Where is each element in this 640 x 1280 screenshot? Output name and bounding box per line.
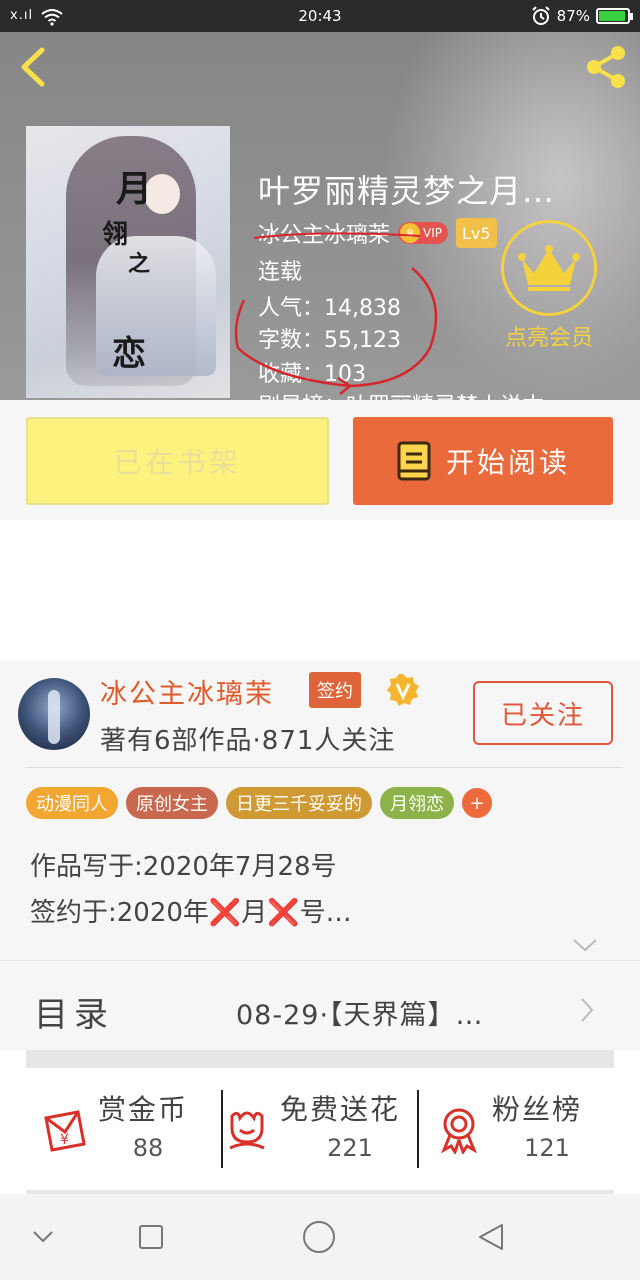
tag-chip[interactable]: 动漫同人 — [26, 787, 118, 819]
chevron-down-icon[interactable] — [32, 1230, 54, 1244]
member-button[interactable]: 点亮会员 — [490, 220, 608, 352]
start-reading-button[interactable]: 开始阅读 — [353, 417, 613, 505]
stats-row: ¥ 赏金币 88 免费送花 221 粉丝榜 121 — [0, 1068, 640, 1190]
chevron-down-icon[interactable] — [572, 938, 598, 952]
system-navbar — [0, 1194, 640, 1280]
book-header: 月 翎 之 恋 叶罗丽精灵梦之月… 冰公主冰璃茉 ♛ VIP Lv5 连载 人气… — [0, 32, 640, 400]
reward-coins[interactable]: ¥ 赏金币 88 — [40, 1086, 220, 1170]
verified-v-icon — [387, 674, 419, 706]
cover-char: 恋 — [112, 334, 146, 374]
latest-chapter: 08-29·【天界篇】… — [236, 1000, 484, 1031]
signed-date: 签约于:2020年❌月❌号… — [30, 898, 352, 928]
divider — [26, 767, 622, 768]
flower-icon — [229, 1111, 265, 1150]
tag-chip[interactable]: 日更三千妥妥的 — [226, 787, 372, 819]
free-flowers-value: 221 — [327, 1134, 373, 1162]
back-arrow-icon[interactable] — [14, 44, 54, 90]
author-works-info: 著有6部作品·871人关注 — [100, 726, 396, 756]
catalog-row[interactable]: 目录 08-29·【天界篇】… — [0, 960, 640, 1050]
followed-button[interactable]: 已关注 — [473, 681, 613, 745]
reward-coins-label: 赏金币 — [98, 1093, 189, 1126]
book-title: 叶罗丽精灵梦之月… — [258, 172, 556, 210]
action-bar: 已在书架 开始阅读 — [0, 400, 640, 520]
on-shelf-button[interactable]: 已在书架 — [26, 417, 329, 505]
free-flowers[interactable]: 免费送花 221 — [222, 1086, 418, 1170]
free-flowers-label: 免费送花 — [280, 1093, 401, 1126]
fan-ranking[interactable]: 粉丝榜 121 — [434, 1086, 614, 1170]
written-date: 作品写于:2020年7月28号 — [30, 852, 337, 882]
stat-separator — [221, 1090, 223, 1168]
start-reading-label: 开始阅读 — [445, 446, 570, 479]
back-icon[interactable] — [476, 1222, 506, 1252]
tag-chip[interactable]: 原创女主 — [126, 787, 218, 819]
reward-coins-value: 88 — [132, 1134, 164, 1162]
fan-ranking-label: 粉丝榜 — [492, 1093, 583, 1126]
status-bar: x.ıl 20:43 87% — [0, 0, 640, 32]
chevron-right-icon — [581, 998, 594, 1022]
svg-text:¥: ¥ — [60, 1132, 69, 1148]
red-annotation-scribble — [234, 232, 438, 395]
battery-percent: 87% — [556, 7, 590, 25]
cover-char: 月 — [116, 168, 153, 210]
book-cover[interactable]: 月 翎 之 恋 — [26, 126, 230, 398]
battery-icon — [596, 8, 633, 24]
home-icon[interactable] — [302, 1220, 336, 1254]
fan-ranking-value: 121 — [524, 1134, 570, 1162]
author-card: 冰公主冰璃茉 签约 著有6部作品·871人关注 已关注 动漫同人 原创女主 日更… — [0, 660, 640, 960]
author-card-name[interactable]: 冰公主冰璃茉 — [100, 672, 274, 711]
add-tag-button[interactable]: + — [462, 788, 492, 818]
tag-list: 动漫同人 原创女主 日更三千妥妥的 月翎恋 + — [26, 787, 492, 819]
section-divider — [26, 1050, 614, 1068]
medal-icon — [441, 1108, 477, 1154]
share-icon[interactable] — [582, 44, 630, 90]
alarm-icon — [531, 6, 550, 25]
cover-char: 翎 — [102, 220, 129, 250]
crown-icon — [501, 220, 597, 316]
book-icon — [397, 441, 431, 481]
cover-char: 之 — [128, 251, 151, 277]
signed-badge: 签约 — [309, 672, 361, 708]
catalog-title: 目录 — [34, 995, 114, 1035]
tag-chip[interactable]: 月翎恋 — [380, 787, 454, 819]
member-label: 点亮会员 — [504, 326, 593, 351]
avatar[interactable] — [18, 678, 90, 750]
stat-separator — [417, 1090, 419, 1168]
red-envelope-icon: ¥ — [44, 1110, 86, 1152]
recent-apps-icon[interactable] — [138, 1224, 164, 1250]
